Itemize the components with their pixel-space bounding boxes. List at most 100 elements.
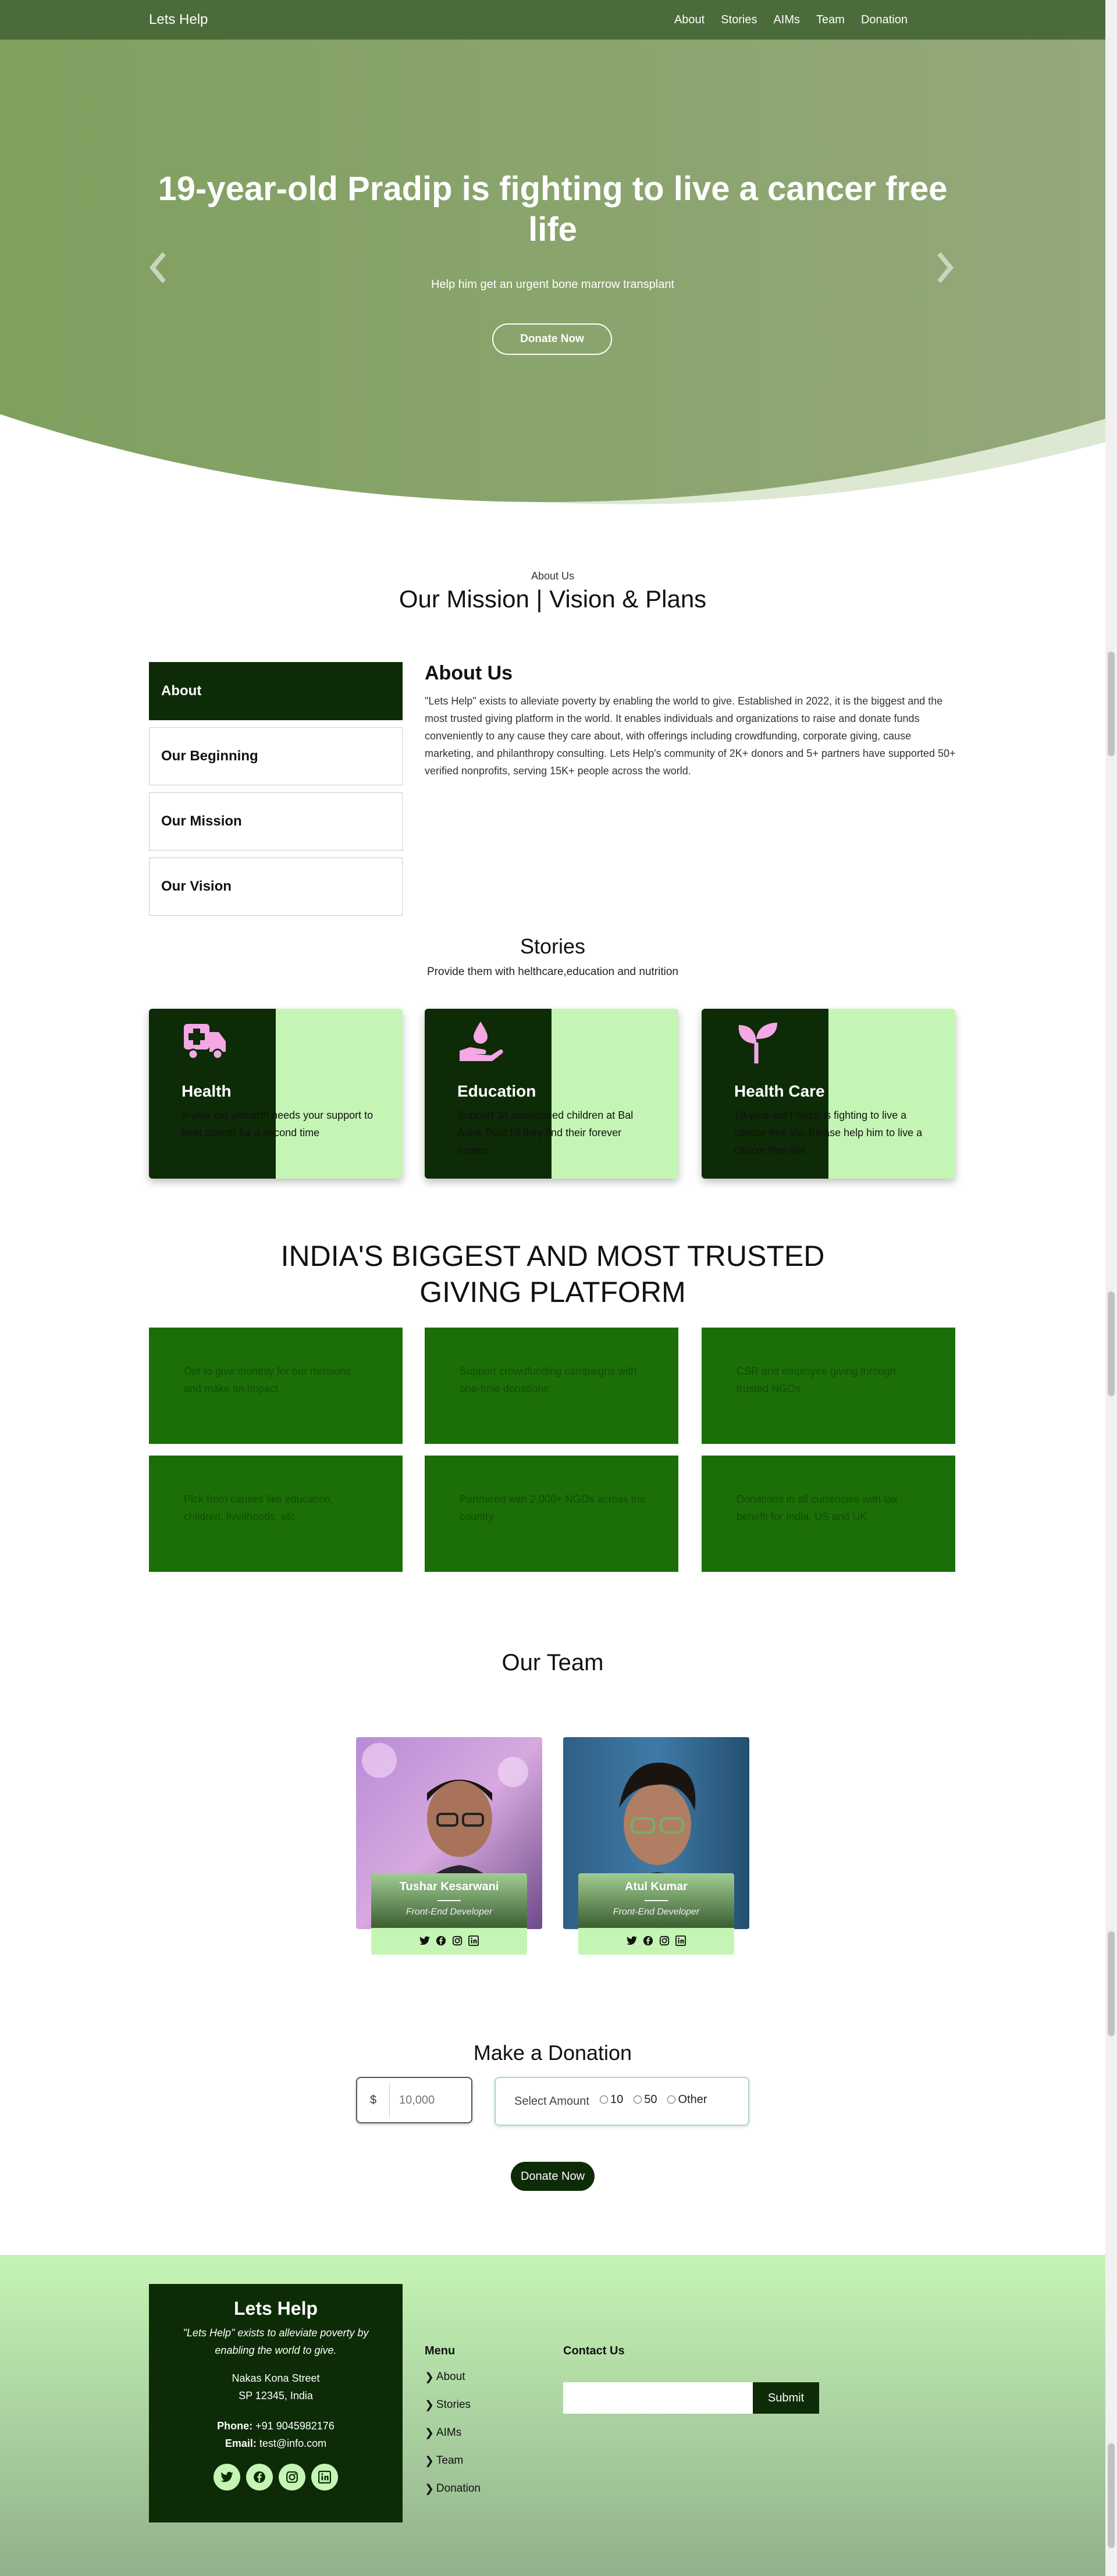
select-amount-label: Select Amount [514, 2094, 589, 2108]
member-role: Front-End Developer [405, 1907, 493, 1917]
twitter-icon[interactable] [626, 1935, 638, 1947]
platform-box: Pick from causes like education, childre… [149, 1456, 403, 1572]
about-content-title: About Us [425, 662, 513, 684]
footer-link-about[interactable]: ❯ About [425, 2371, 481, 2399]
facebook-icon[interactable] [246, 2464, 273, 2490]
submit-button[interactable]: Submit [753, 2382, 819, 2414]
story-title: Health Care [734, 1082, 825, 1100]
radio-amount-10[interactable]: 10 [599, 2093, 623, 2107]
footer-social-links [149, 2464, 403, 2490]
donation-heading: Make a Donation [473, 2041, 632, 2065]
chevron-right-icon: ❯ [425, 2427, 434, 2439]
instagram-icon[interactable] [659, 1935, 670, 1947]
amount-input[interactable] [399, 2093, 469, 2107]
platform-heading: INDIA'S BIGGEST AND MOST TRUSTED GIVING … [280, 1240, 825, 1308]
about-heading: Our Mission | Vision & Plans [399, 585, 707, 613]
footer-link-stories[interactable]: ❯ Stories [425, 2399, 481, 2426]
linkedin-icon[interactable] [468, 1935, 479, 1947]
scroll-thumb[interactable] [1108, 652, 1115, 756]
team-heading: Our Team [501, 1650, 604, 1675]
donate-now-button[interactable]: Donate Now [511, 2162, 595, 2191]
about-eyebrow: About Us [531, 570, 575, 582]
tab-our-mission[interactable]: Our Mission [149, 792, 403, 851]
radio-amount-other[interactable]: Other [667, 2093, 707, 2107]
team-member-card: Atul Kumar Front-End Developer [563, 1737, 749, 1964]
story-card[interactable]: Health Care 19-year-old Pradip is fighti… [702, 1009, 955, 1179]
footer-phone: +91 9045982176 [255, 2420, 335, 2432]
currency-symbol: $ [357, 2083, 390, 2118]
stories-subtitle: Provide them with helthcare,education an… [427, 966, 678, 978]
footer-link-team[interactable]: ❯ Team [425, 2454, 481, 2482]
about-content-text: "Lets Help" exists to alleviate poverty … [425, 695, 956, 777]
twitter-icon[interactable] [214, 2464, 240, 2490]
nav-link-donation[interactable]: Donation [861, 13, 908, 27]
story-card[interactable]: Education Support 34 abandoned children … [425, 1009, 678, 1179]
amount-input-group: $ [356, 2077, 472, 2123]
tab-our-vision[interactable]: Our Vision [149, 858, 403, 916]
member-info: Atul Kumar Front-End Developer [578, 1873, 734, 1955]
instagram-icon[interactable] [279, 2464, 305, 2490]
footer-link-donation[interactable]: ❯ Donation [425, 2482, 481, 2510]
instagram-icon[interactable] [451, 1935, 463, 1947]
footer-tagline: "Lets Help" exists to alleviate poverty … [183, 2327, 369, 2356]
footer-info-card: Lets Help "Lets Help" exists to alleviat… [149, 2284, 403, 2522]
story-title: Education [457, 1082, 536, 1100]
footer-email: test@info.com [259, 2438, 327, 2449]
twitter-icon[interactable] [419, 1935, 431, 1947]
platform-box: Donations in all currencies with tax ben… [702, 1456, 955, 1572]
facebook-icon[interactable] [435, 1935, 447, 1947]
footer-contact-heading: Contact Us [563, 2344, 625, 2357]
story-text: 8-year old yatharth needs your support t… [182, 1109, 373, 1138]
member-social-links [578, 1935, 734, 1947]
linkedin-icon[interactable] [675, 1935, 686, 1947]
footer-menu: Menu ❯ About ❯ Stories ❯ AIMs ❯ Team ❯ Donati… [425, 2344, 481, 2510]
member-role: Front-End Developer [613, 1907, 700, 1917]
hand-drop-icon [460, 1022, 503, 1061]
footer-contact: Contact Us Submit [563, 2344, 819, 2414]
page-scrollbar[interactable] [1105, 0, 1117, 2576]
nav-link-team[interactable]: Team [816, 13, 845, 27]
contact-email-input[interactable] [563, 2382, 753, 2414]
footer-address: Nakas Kona Street SP 12345, India [232, 2372, 320, 2401]
hero-donate-button[interactable]: Donate Now [492, 323, 612, 355]
facebook-icon[interactable] [642, 1935, 654, 1947]
footer-menu-heading: Menu [425, 2344, 456, 2357]
footer-brand: Lets Help [233, 2298, 318, 2319]
story-text: Support 34 abandoned children at Bal Ash… [457, 1109, 634, 1156]
nav-link-stories[interactable]: Stories [721, 13, 757, 27]
footer-contact-info: Phone: +91 9045982176 Email: test@info.c… [217, 2420, 335, 2449]
footer-link-aims[interactable]: ❯ AIMs [425, 2426, 481, 2454]
tab-our-beginning[interactable]: Our Beginning [149, 727, 403, 785]
platform-box: Opt to give monthly for our missions and… [149, 1328, 403, 1444]
platform-box: Partnered with 2,000+ NGOs across the co… [425, 1456, 678, 1572]
chevron-right-icon: ❯ [425, 2371, 434, 2383]
tab-about[interactable]: About [149, 662, 403, 720]
radio-amount-50[interactable]: 50 [634, 2093, 657, 2107]
nav-link-aims[interactable]: AIMs [773, 13, 800, 27]
platform-box: Support crowdfunding campaigns with one-… [425, 1328, 678, 1444]
hero-subtitle: Help him get an urgent bone marrow trans… [431, 278, 674, 291]
chevron-right-icon: ❯ [425, 2483, 434, 2495]
nav-links: About Stories AIMs Team Donation [674, 13, 908, 27]
member-social-links [371, 1935, 527, 1947]
nav-link-about[interactable]: About [674, 13, 705, 27]
amount-select-group: Select Amount 10 50 Other [495, 2077, 749, 2126]
chevron-right-icon: ❯ [425, 2399, 434, 2411]
story-title: Health [182, 1082, 232, 1100]
member-name: Atul Kumar [625, 1880, 688, 1893]
stories-heading: Stories [520, 934, 586, 958]
platform-box: CSR and employee giving through trusted … [702, 1328, 955, 1444]
team-member-card: Tushar Kesarwani Front-End Developer [356, 1737, 542, 1964]
ambulance-icon [184, 1024, 226, 1060]
member-info: Tushar Kesarwani Front-End Developer [371, 1873, 527, 1955]
hero-section: 19-year-old Pradip is fighting to live a… [0, 0, 1105, 535]
brand-logo[interactable]: Lets Help [149, 12, 208, 28]
story-card[interactable]: Health 8-year old yatharth needs your su… [149, 1009, 403, 1179]
navbar: Lets Help About Stories AIMs Team Donati… [0, 0, 1105, 40]
seedling-icon [738, 1023, 777, 1063]
member-name: Tushar Kesarwani [399, 1880, 499, 1893]
story-text: 19-year-old Pradip is fighting to live a… [734, 1109, 923, 1156]
footer: Lets Help "Lets Help" exists to alleviat… [0, 2255, 1105, 2576]
chevron-right-icon: ❯ [425, 2455, 434, 2467]
linkedin-icon[interactable] [311, 2464, 338, 2490]
